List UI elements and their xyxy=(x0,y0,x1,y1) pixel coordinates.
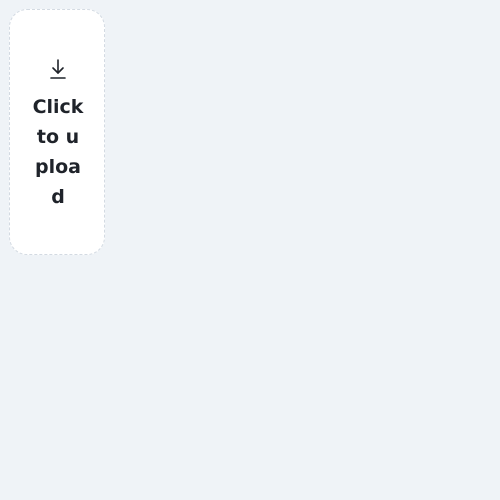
upload-dropzone[interactable]: Click to upload xyxy=(9,9,105,255)
download-arrow-icon xyxy=(49,58,67,80)
upload-label: Click to upload xyxy=(32,96,84,208)
